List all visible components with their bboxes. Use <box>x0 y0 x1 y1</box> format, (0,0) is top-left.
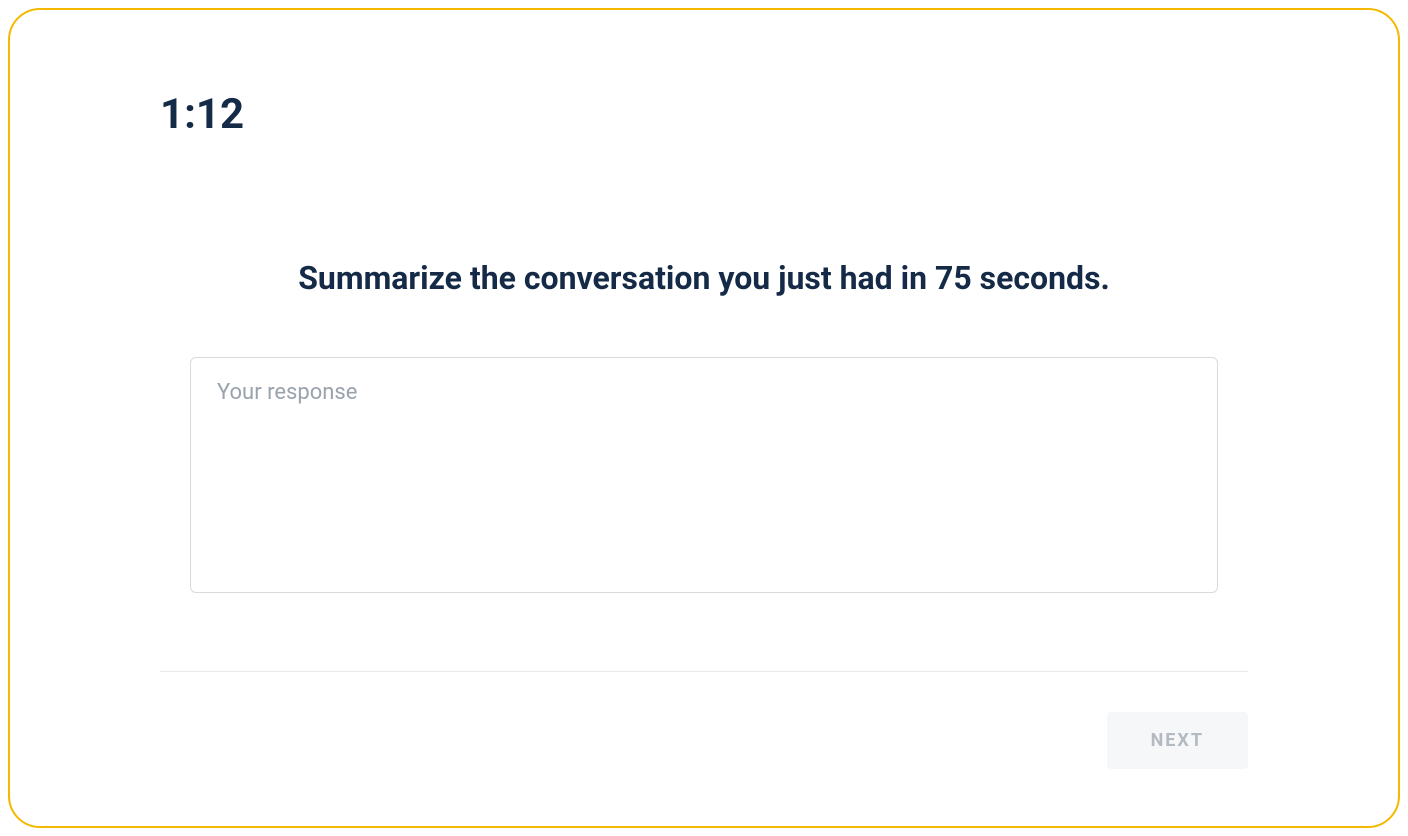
prompt-heading: Summarize the conversation you just had … <box>160 259 1248 297</box>
next-button[interactable]: NEXT <box>1107 712 1248 769</box>
countdown-timer: 1:12 <box>160 90 1248 139</box>
footer-bar: NEXT <box>160 671 1248 769</box>
response-container <box>160 357 1248 597</box>
response-input[interactable] <box>190 357 1218 593</box>
question-card: 1:12 Summarize the conversation you just… <box>8 8 1400 828</box>
